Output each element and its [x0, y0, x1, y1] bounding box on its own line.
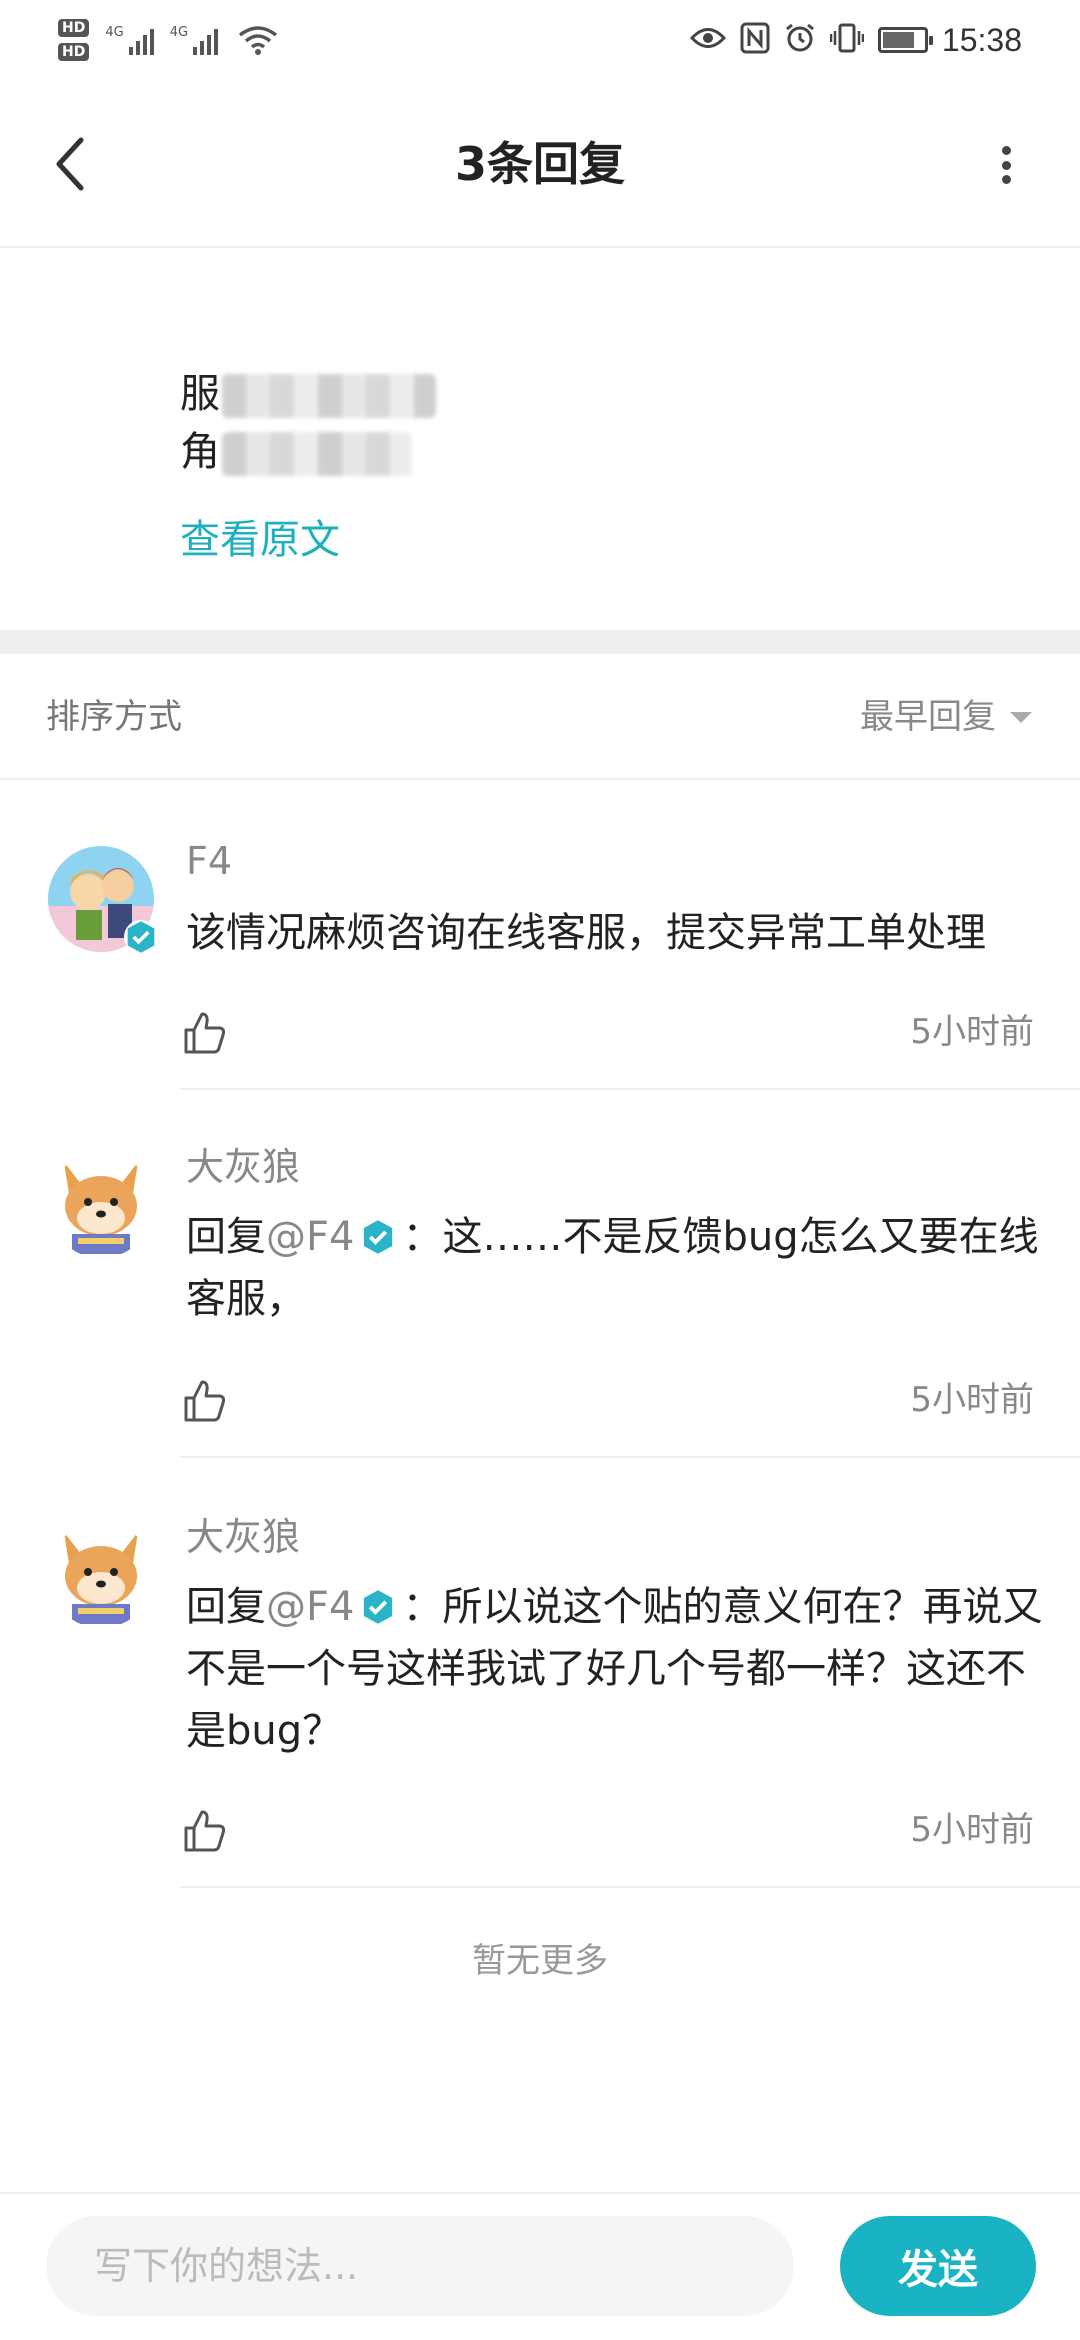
original-post-text-1: 服 [180, 371, 220, 417]
original-post: 服 角 查看原文 [0, 250, 1080, 630]
avatar[interactable] [48, 1152, 154, 1258]
wifi-icon [238, 25, 278, 55]
hd1-badge: HD [58, 19, 90, 37]
reply-time: 5小时前 [910, 1380, 1034, 1420]
reply-item: 大灰狼 回复@F4 ：所以说这个贴的意义何在？再说又不是一个号这样我试了好几个号都… [0, 1460, 1080, 1890]
reply-time: 5小时前 [910, 1810, 1034, 1850]
status-bar: HD HD 4G 4G 15:38 [0, 0, 1080, 80]
vibrate-icon [829, 22, 865, 58]
reply-prefix: 回复 [186, 1584, 266, 1630]
verified-badge-icon [364, 1590, 393, 1624]
verified-badge-icon [124, 920, 158, 954]
sort-dropdown[interactable]: 最早回复 [860, 692, 1032, 742]
reply-text: 该情况麻烦咨询在线客服，提交异常工单处理 [186, 910, 986, 956]
caret-down-icon [1010, 711, 1032, 723]
reply-author[interactable]: 大灰狼 [186, 1140, 300, 1194]
status-left: HD HD 4G 4G [58, 10, 278, 70]
header: 3条回复 [0, 80, 1080, 248]
reply-author[interactable]: F4 [186, 834, 232, 888]
reply-prefix: 回复 [186, 1214, 266, 1260]
reply-separator [180, 1456, 1080, 1458]
signal-1-icon: 4G [105, 25, 154, 55]
send-button[interactable]: 发送 [840, 2216, 1036, 2316]
reply-author[interactable]: 大灰狼 [186, 1510, 300, 1564]
reply-time: 5小时前 [910, 1012, 1034, 1052]
clock: 15:38 [941, 21, 1022, 58]
more-button[interactable] [996, 140, 1016, 190]
sort-row: 排序方式 最早回复 [0, 654, 1080, 780]
avatar-image [48, 1522, 154, 1628]
blurred-text [222, 432, 412, 476]
nfc-icon [740, 22, 770, 58]
section-divider [0, 630, 1080, 654]
network-type-1: 4G [105, 25, 124, 40]
reply-separator [180, 1886, 1080, 1888]
blurred-text [222, 374, 436, 418]
avatar-image [48, 1152, 154, 1258]
page-title: 3条回复 [454, 137, 625, 191]
reply-text: 回复@F4 ：这……不是反馈bug怎么又要在线客服， [186, 1206, 1046, 1330]
reply-item: 大灰狼 回复@F4 ：这……不是反馈bug怎么又要在线客服， 5小时前 [0, 1090, 1080, 1460]
more-vertical-icon [1001, 146, 1011, 155]
comment-input[interactable] [46, 2216, 794, 2316]
original-post-text-2: 角 [180, 429, 220, 475]
like-icon[interactable] [180, 1806, 228, 1854]
no-more-text: 暂无更多 [472, 1941, 608, 1981]
signal-2-icon: 4G [169, 25, 219, 55]
alarm-icon [784, 22, 816, 58]
sort-label: 排序方式 [46, 697, 182, 737]
comment-composer: 发送 [0, 2192, 1080, 2340]
like-icon[interactable] [180, 1376, 228, 1424]
mention-link[interactable]: @F4 [266, 1214, 354, 1260]
verified-badge-icon [364, 1220, 393, 1254]
reply-text: 回复@F4 ：所以说这个贴的意义何在？再说又不是一个号这样我试了好几个号都一样？这… [186, 1576, 1046, 1762]
view-original-link[interactable]: 查看原文 [180, 512, 340, 568]
reply-item: F4 该情况麻烦咨询在线客服，提交异常工单处理 5小时前 [0, 782, 1080, 1092]
hd-indicators: HD HD [58, 19, 90, 61]
like-icon[interactable] [180, 1008, 228, 1056]
avatar[interactable] [48, 846, 158, 954]
network-type-2: 4G [169, 25, 189, 40]
eye-icon [689, 25, 726, 55]
sort-selected-value: 最早回复 [860, 697, 996, 737]
status-right: 15:38 [689, 14, 1022, 66]
original-post-line-2: 角 [180, 424, 412, 480]
avatar[interactable] [48, 1522, 154, 1628]
battery-icon [877, 27, 933, 53]
original-post-line-1: 服 [180, 366, 436, 422]
hd2-badge: HD [58, 43, 90, 61]
mention-link[interactable]: @F4 [266, 1584, 354, 1630]
